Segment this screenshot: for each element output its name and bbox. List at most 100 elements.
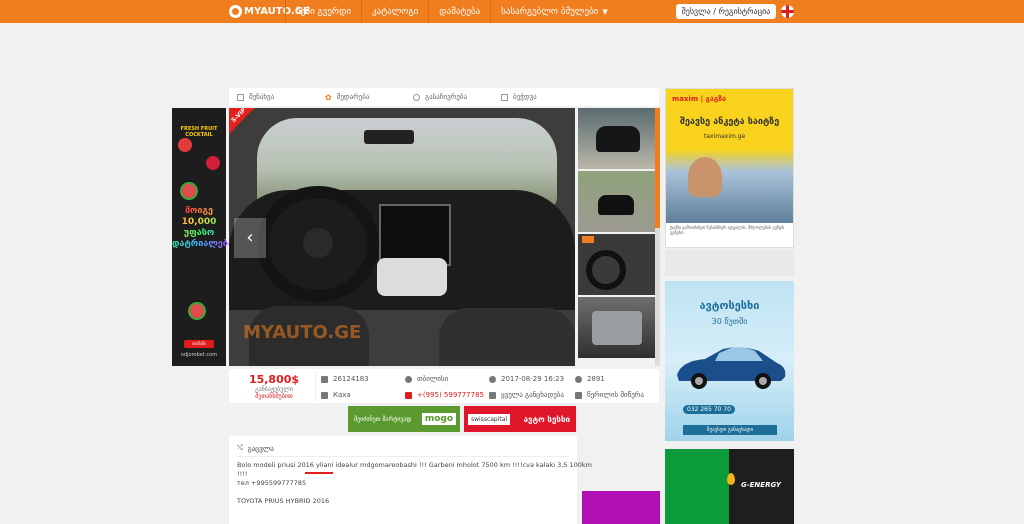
send-message-link[interactable]: წერილის მიწერა <box>575 389 644 401</box>
strawberry-icon <box>206 156 220 170</box>
description-line: !!!! <box>237 470 248 478</box>
auto-loan-headline: ავტოსესხი <box>699 299 760 312</box>
oil-drop-icon <box>727 473 735 485</box>
compare-icon: ✿ <box>325 92 332 102</box>
all-listings-label: ყველა განცხადება <box>501 391 564 399</box>
all-listings-link[interactable]: ყველა განცხადება <box>489 389 564 401</box>
login-button[interactable]: შესვლა / რეგისტრაცია <box>676 4 776 19</box>
report-action[interactable]: გასაჩივრება <box>413 93 493 101</box>
center-screen <box>379 204 451 266</box>
nav-add[interactable]: დამატება <box>429 7 490 17</box>
scrollbar-thumb[interactable] <box>655 108 660 228</box>
steering-wheel <box>257 186 379 302</box>
maxim-logo: maxim | გაგზა <box>672 95 726 103</box>
ad-spacer <box>665 250 794 276</box>
nav-my-page[interactable]: ჩემი გვერდი <box>286 7 361 17</box>
shuffle-icon: ⤭ <box>237 444 243 452</box>
seller-phone[interactable]: +(995) 599777785 <box>405 389 484 401</box>
car-image <box>596 126 640 152</box>
ad-brand: FRESH FRUIT COCKTAIL <box>180 126 218 138</box>
negotiable-note: შეთანხმებით <box>255 393 293 400</box>
purple-ad-block[interactable] <box>582 491 660 524</box>
nav-useful-links[interactable]: სასარგებლო ბმულები ▼ <box>491 7 618 17</box>
previous-photo-button[interactable]: ‹ <box>234 218 266 258</box>
send-message-label: წერილის მიწერა <box>587 391 644 399</box>
printer-icon <box>501 93 508 101</box>
print-action[interactable]: ბეჭდვა <box>501 93 581 101</box>
car-image <box>598 195 634 215</box>
thumbnail-1[interactable] <box>578 108 656 169</box>
maxim-ad-banner[interactable]: maxim | გაგზა შეავსე ანკეტა საიტზე taxim… <box>665 88 794 248</box>
save-action[interactable]: შენახვა <box>237 93 317 101</box>
auto-loan-phone: 032 265 70 70 <box>683 405 735 414</box>
left-ad-banner[interactable]: FRESH FRUIT COCKTAIL მოიგე 10,000 უფასო … <box>172 108 237 366</box>
ad-url: odjorobet.com <box>180 352 218 358</box>
compare-action[interactable]: ✿ შედარება <box>325 93 405 101</box>
photo-thumbnails <box>578 108 656 366</box>
print-label: ბეჭდვა <box>513 93 537 101</box>
seat-right <box>439 308 575 366</box>
genergy-ad-banner[interactable]: G-ENERGY <box>665 449 794 524</box>
thumbnail-3[interactable] <box>578 234 656 295</box>
ad-play-button[interactable]: თამაში <box>184 340 214 348</box>
listing-description: ⤭ გაცვლა Bolo modeli priusi 2016 yliani i… <box>229 436 592 524</box>
maxim-headline: შეავსე ანკეტა საიტზე <box>680 117 780 127</box>
customs-note: განბაჟებული <box>255 386 293 393</box>
gazprom-logo-area <box>665 449 729 524</box>
nav-catalog[interactable]: კატალოგი <box>362 7 428 17</box>
mogo-text: შეიძინეთ მარტივად <box>354 415 412 423</box>
fruit-icon <box>178 138 192 152</box>
watermelon-icon <box>180 182 198 200</box>
main-photo[interactable]: S-VIP ‹ MYAUTO.GE <box>229 108 575 366</box>
envelope-icon <box>575 391 582 399</box>
mogo-banner[interactable]: შეიძინეთ მარტივად mogo <box>348 406 460 432</box>
language-flag-icon[interactable] <box>781 5 794 18</box>
thumbnails-scrollbar[interactable] <box>655 108 660 366</box>
photo-watermark: MYAUTO.GE <box>243 322 362 343</box>
genergy-logo: G-ENERGY <box>741 481 781 489</box>
center-console <box>377 258 447 296</box>
logo-icon <box>229 5 242 18</box>
swisscapital-banner[interactable]: swisscapital ავტო სესხი <box>464 406 576 432</box>
thumbnail-4[interactable] <box>578 297 656 358</box>
listing-views: 2891 <box>575 373 605 385</box>
location-value: თბილისი <box>417 375 449 383</box>
report-label: გასაჩივრება <box>425 93 468 101</box>
svip-badge: S-VIP <box>229 108 255 134</box>
location-pin-icon <box>405 375 412 383</box>
seller-name: Кaxa <box>321 389 351 401</box>
listing-location: თბილისი <box>405 373 448 385</box>
chevron-down-icon: ▼ <box>602 7 608 16</box>
date-value: 2017-08-29 16:23 <box>501 375 565 383</box>
divider <box>237 456 569 457</box>
maxim-text: ტაქსი გამოიძახეთ ნებისმიერ ადგილას. მძღო… <box>670 225 785 235</box>
listing-actions-bar: შენახვა ✿ შედარება გასაჩივრება ბეჭდვა <box>229 88 659 106</box>
listing-id-value: 26124183 <box>333 375 369 383</box>
seller-value: Кaxa <box>333 391 351 399</box>
listing-id: 26124183 <box>321 373 369 385</box>
thumbnail-2[interactable] <box>578 171 656 232</box>
driver-image <box>688 157 722 197</box>
price-block: 15,800$ განბაჟებული შეთანხმებით <box>245 373 303 400</box>
listing-info-bar: 15,800$ განბაჟებული შეთანხმებით 26124183… <box>229 369 659 403</box>
divider <box>315 371 316 401</box>
list-icon <box>489 391 496 399</box>
spellcheck-underline <box>305 472 333 474</box>
auto-loan-ad-banner[interactable]: ავტოსესხი 30 წუთში 032 265 70 70 შეავსეთ… <box>665 281 794 441</box>
top-navigation-bar: MYAUTO.GE ჩემი გვერდი კატალოგი დამატება … <box>0 0 1024 23</box>
car-interior-image <box>586 250 626 290</box>
price-value: 15,800$ <box>248 373 300 386</box>
description-line: Bolo modeli priusi 2016 yliani idealur m… <box>237 461 593 469</box>
rear-mirror <box>364 130 414 144</box>
checkbox-icon <box>237 93 244 101</box>
description-line: тел +995599777785 <box>237 479 307 487</box>
phone-value: +(995) 599777785 <box>417 391 484 399</box>
maxim-url: taximaxim.ge <box>704 133 746 140</box>
car-icon <box>677 347 786 389</box>
views-value: 2891 <box>587 375 605 383</box>
id-icon <box>321 375 328 383</box>
photo-count-badge <box>582 236 594 243</box>
phone-icon <box>405 391 412 399</box>
apply-button[interactable]: შეავსეთ განაცხადი <box>683 425 777 435</box>
exchange-label: გაცვლა <box>247 444 274 453</box>
